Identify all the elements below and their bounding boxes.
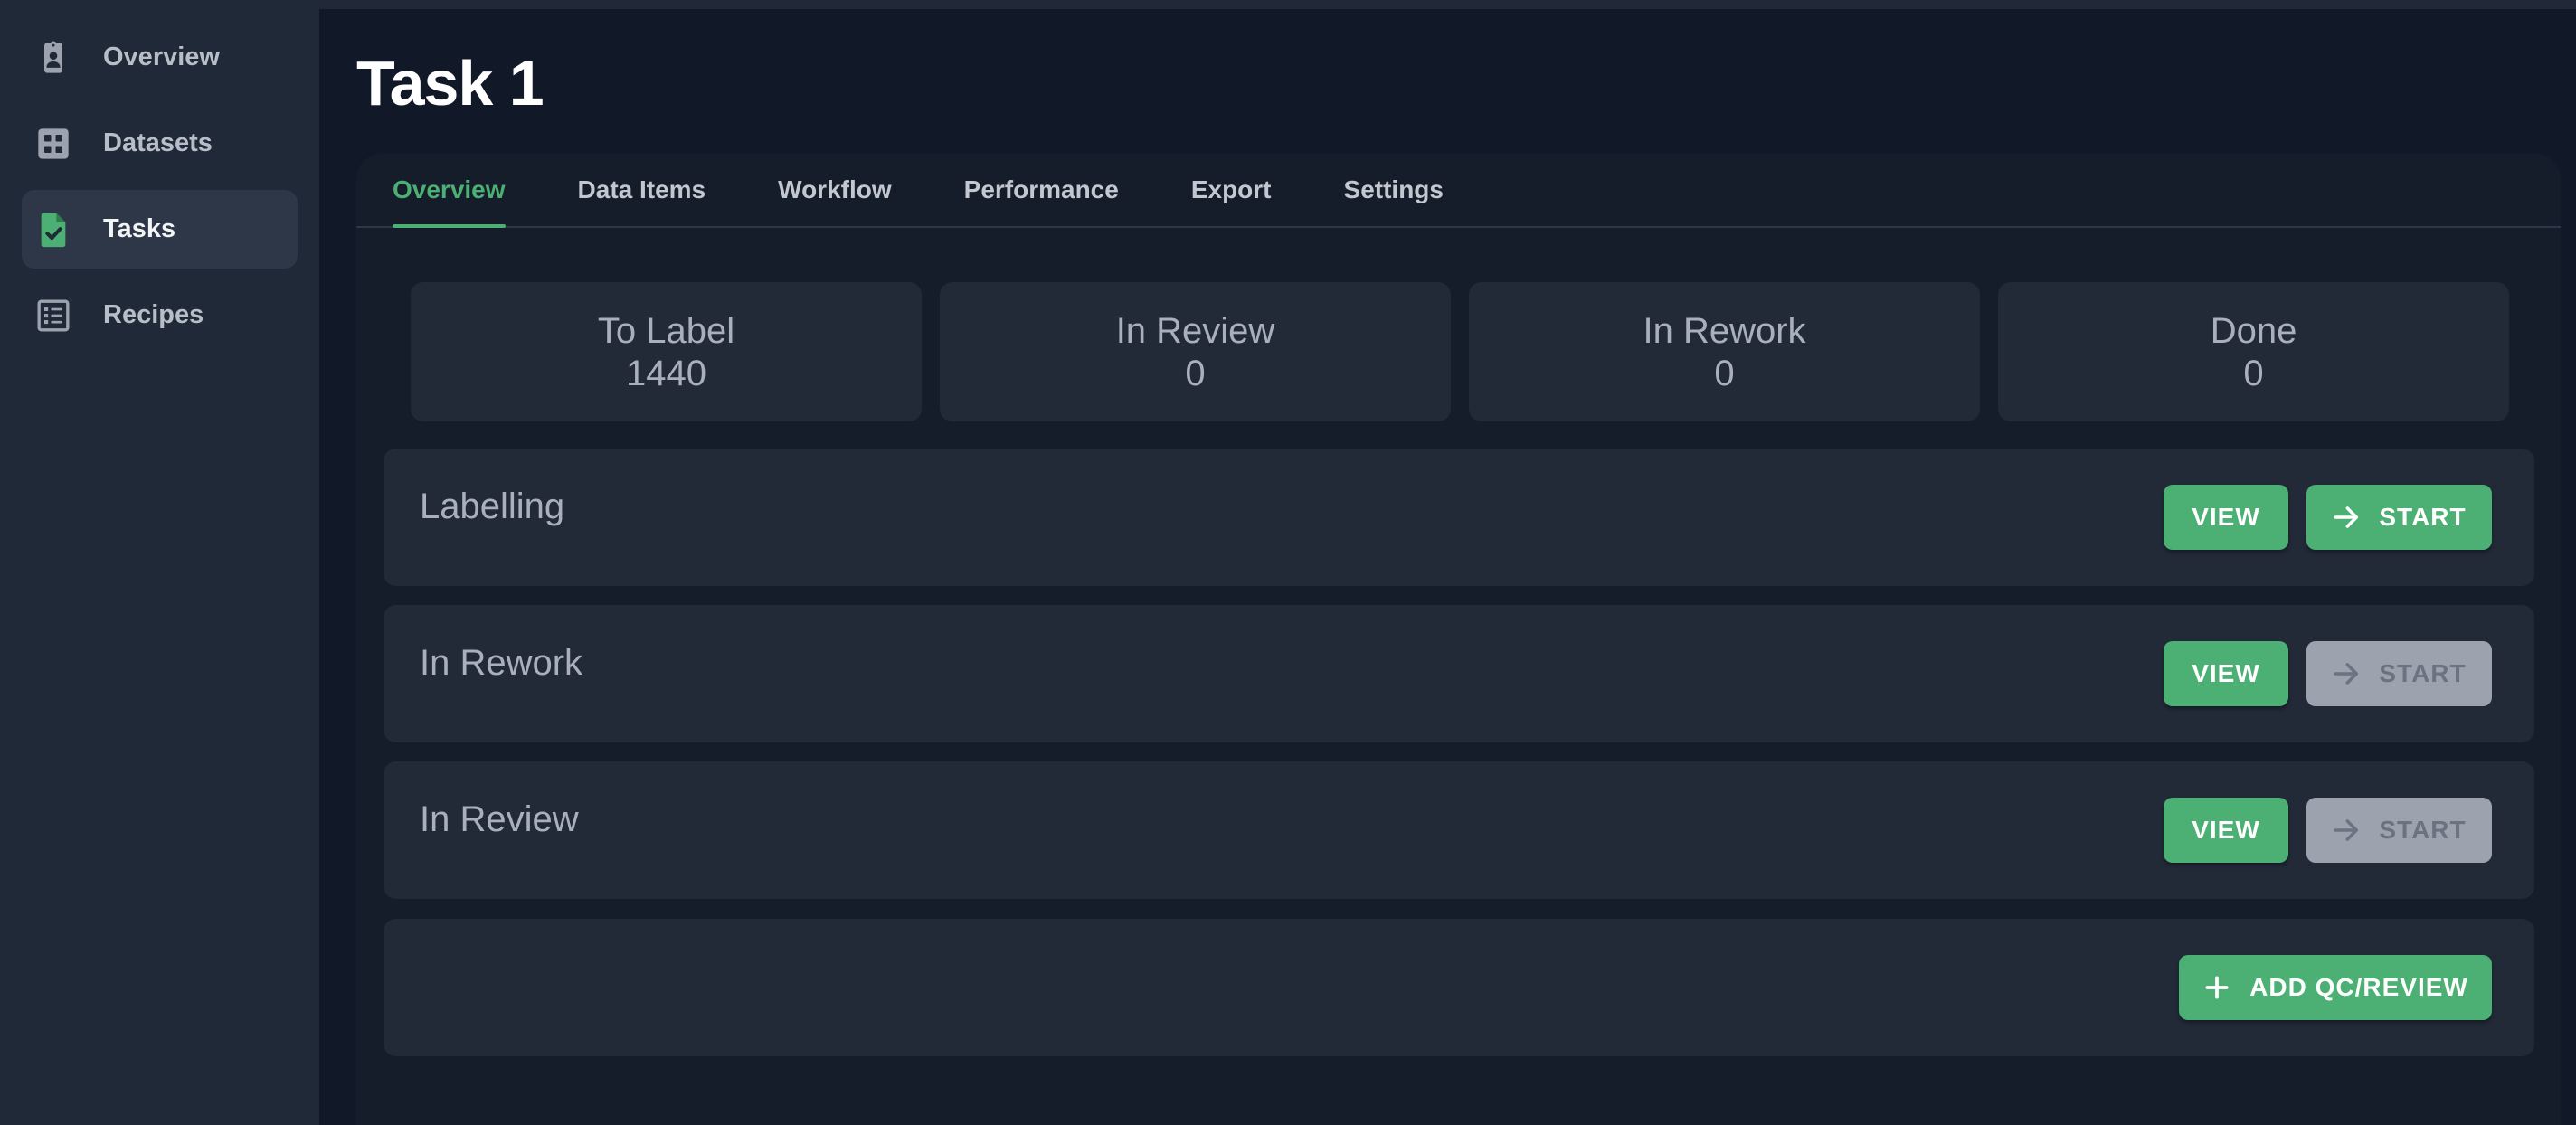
stage-title: In Rework <box>420 643 583 683</box>
arrow-right-icon <box>2334 663 2359 685</box>
file-check-icon <box>34 211 72 249</box>
app: Overview Datasets Tasks Recipes Task 1 O… <box>0 0 2576 1125</box>
stat-card-in-rework: In Rework 0 <box>1469 282 1980 421</box>
arrow-right-icon <box>2334 506 2359 528</box>
stage-row-in-review: In Review VIEW START <box>384 761 2534 899</box>
tab-overview[interactable]: Overview <box>393 154 506 228</box>
add-qc-review-button[interactable]: ADD QC/REVIEW <box>2179 955 2492 1020</box>
start-label: START <box>2379 503 2467 531</box>
tab-settings[interactable]: Settings <box>1344 154 1444 226</box>
start-button[interactable]: START <box>2306 485 2492 550</box>
stats-row: To Label 1440 In Review 0 In Rework 0 Do… <box>411 282 2509 421</box>
tab-workflow[interactable]: Workflow <box>778 154 891 226</box>
sidebar-item-label: Datasets <box>103 128 213 157</box>
stage-row-labelling: Labelling VIEW START <box>384 449 2534 586</box>
sidebar-item-label: Tasks <box>103 214 176 243</box>
view-button[interactable]: VIEW <box>2164 485 2288 550</box>
stage-title: In Review <box>420 799 579 839</box>
sidebar-item-datasets[interactable]: Datasets <box>22 104 298 183</box>
tab-bar: Overview Data Items Workflow Performance… <box>356 154 2561 228</box>
view-button[interactable]: VIEW <box>2164 641 2288 706</box>
stage-row-in-rework: In Rework VIEW START <box>384 605 2534 742</box>
view-button[interactable]: VIEW <box>2164 798 2288 863</box>
stat-value: 0 <box>1185 354 1206 393</box>
plus-icon <box>2205 976 2229 999</box>
sidebar-item-label: Recipes <box>103 300 204 329</box>
sidebar-item-label: Overview <box>103 43 220 71</box>
tab-data-items[interactable]: Data Items <box>578 154 706 226</box>
stat-label: In Rework <box>1643 311 1806 351</box>
task-panel: Overview Data Items Workflow Performance… <box>356 154 2561 1125</box>
start-button[interactable]: START <box>2306 798 2492 863</box>
add-qc-review-label: ADD QC/REVIEW <box>2249 973 2468 1001</box>
sidebar: Overview Datasets Tasks Recipes <box>0 0 319 1125</box>
stat-card-in-review: In Review 0 <box>940 282 1451 421</box>
stat-value: 1440 <box>626 354 706 393</box>
start-label: START <box>2379 816 2467 844</box>
page-title: Task 1 <box>356 48 545 118</box>
stat-value: 0 <box>2243 354 2264 393</box>
sidebar-item-overview[interactable]: Overview <box>22 18 298 97</box>
clipboard-user-icon <box>34 39 72 77</box>
stat-value: 0 <box>1714 354 1735 393</box>
stat-card-to-label: To Label 1440 <box>411 282 922 421</box>
stat-label: To Label <box>597 311 735 351</box>
sidebar-item-recipes[interactable]: Recipes <box>22 276 298 355</box>
start-label: START <box>2379 659 2467 687</box>
add-review-row: ADD QC/REVIEW <box>384 919 2534 1056</box>
tab-performance[interactable]: Performance <box>964 154 1119 226</box>
arrow-right-icon <box>2334 819 2359 841</box>
sidebar-item-tasks[interactable]: Tasks <box>22 190 298 269</box>
stage-title: Labelling <box>420 487 565 526</box>
tab-export[interactable]: Export <box>1191 154 1272 226</box>
stat-label: In Review <box>1115 311 1275 351</box>
list-icon <box>34 297 72 335</box>
stat-label: Done <box>2210 311 2297 351</box>
stat-card-done: Done 0 <box>1998 282 2509 421</box>
main-content: Task 1 Overview Data Items Workflow Perf… <box>319 0 2576 1125</box>
start-button[interactable]: START <box>2306 641 2492 706</box>
grid-icon <box>34 125 72 163</box>
top-bar <box>319 0 2576 9</box>
